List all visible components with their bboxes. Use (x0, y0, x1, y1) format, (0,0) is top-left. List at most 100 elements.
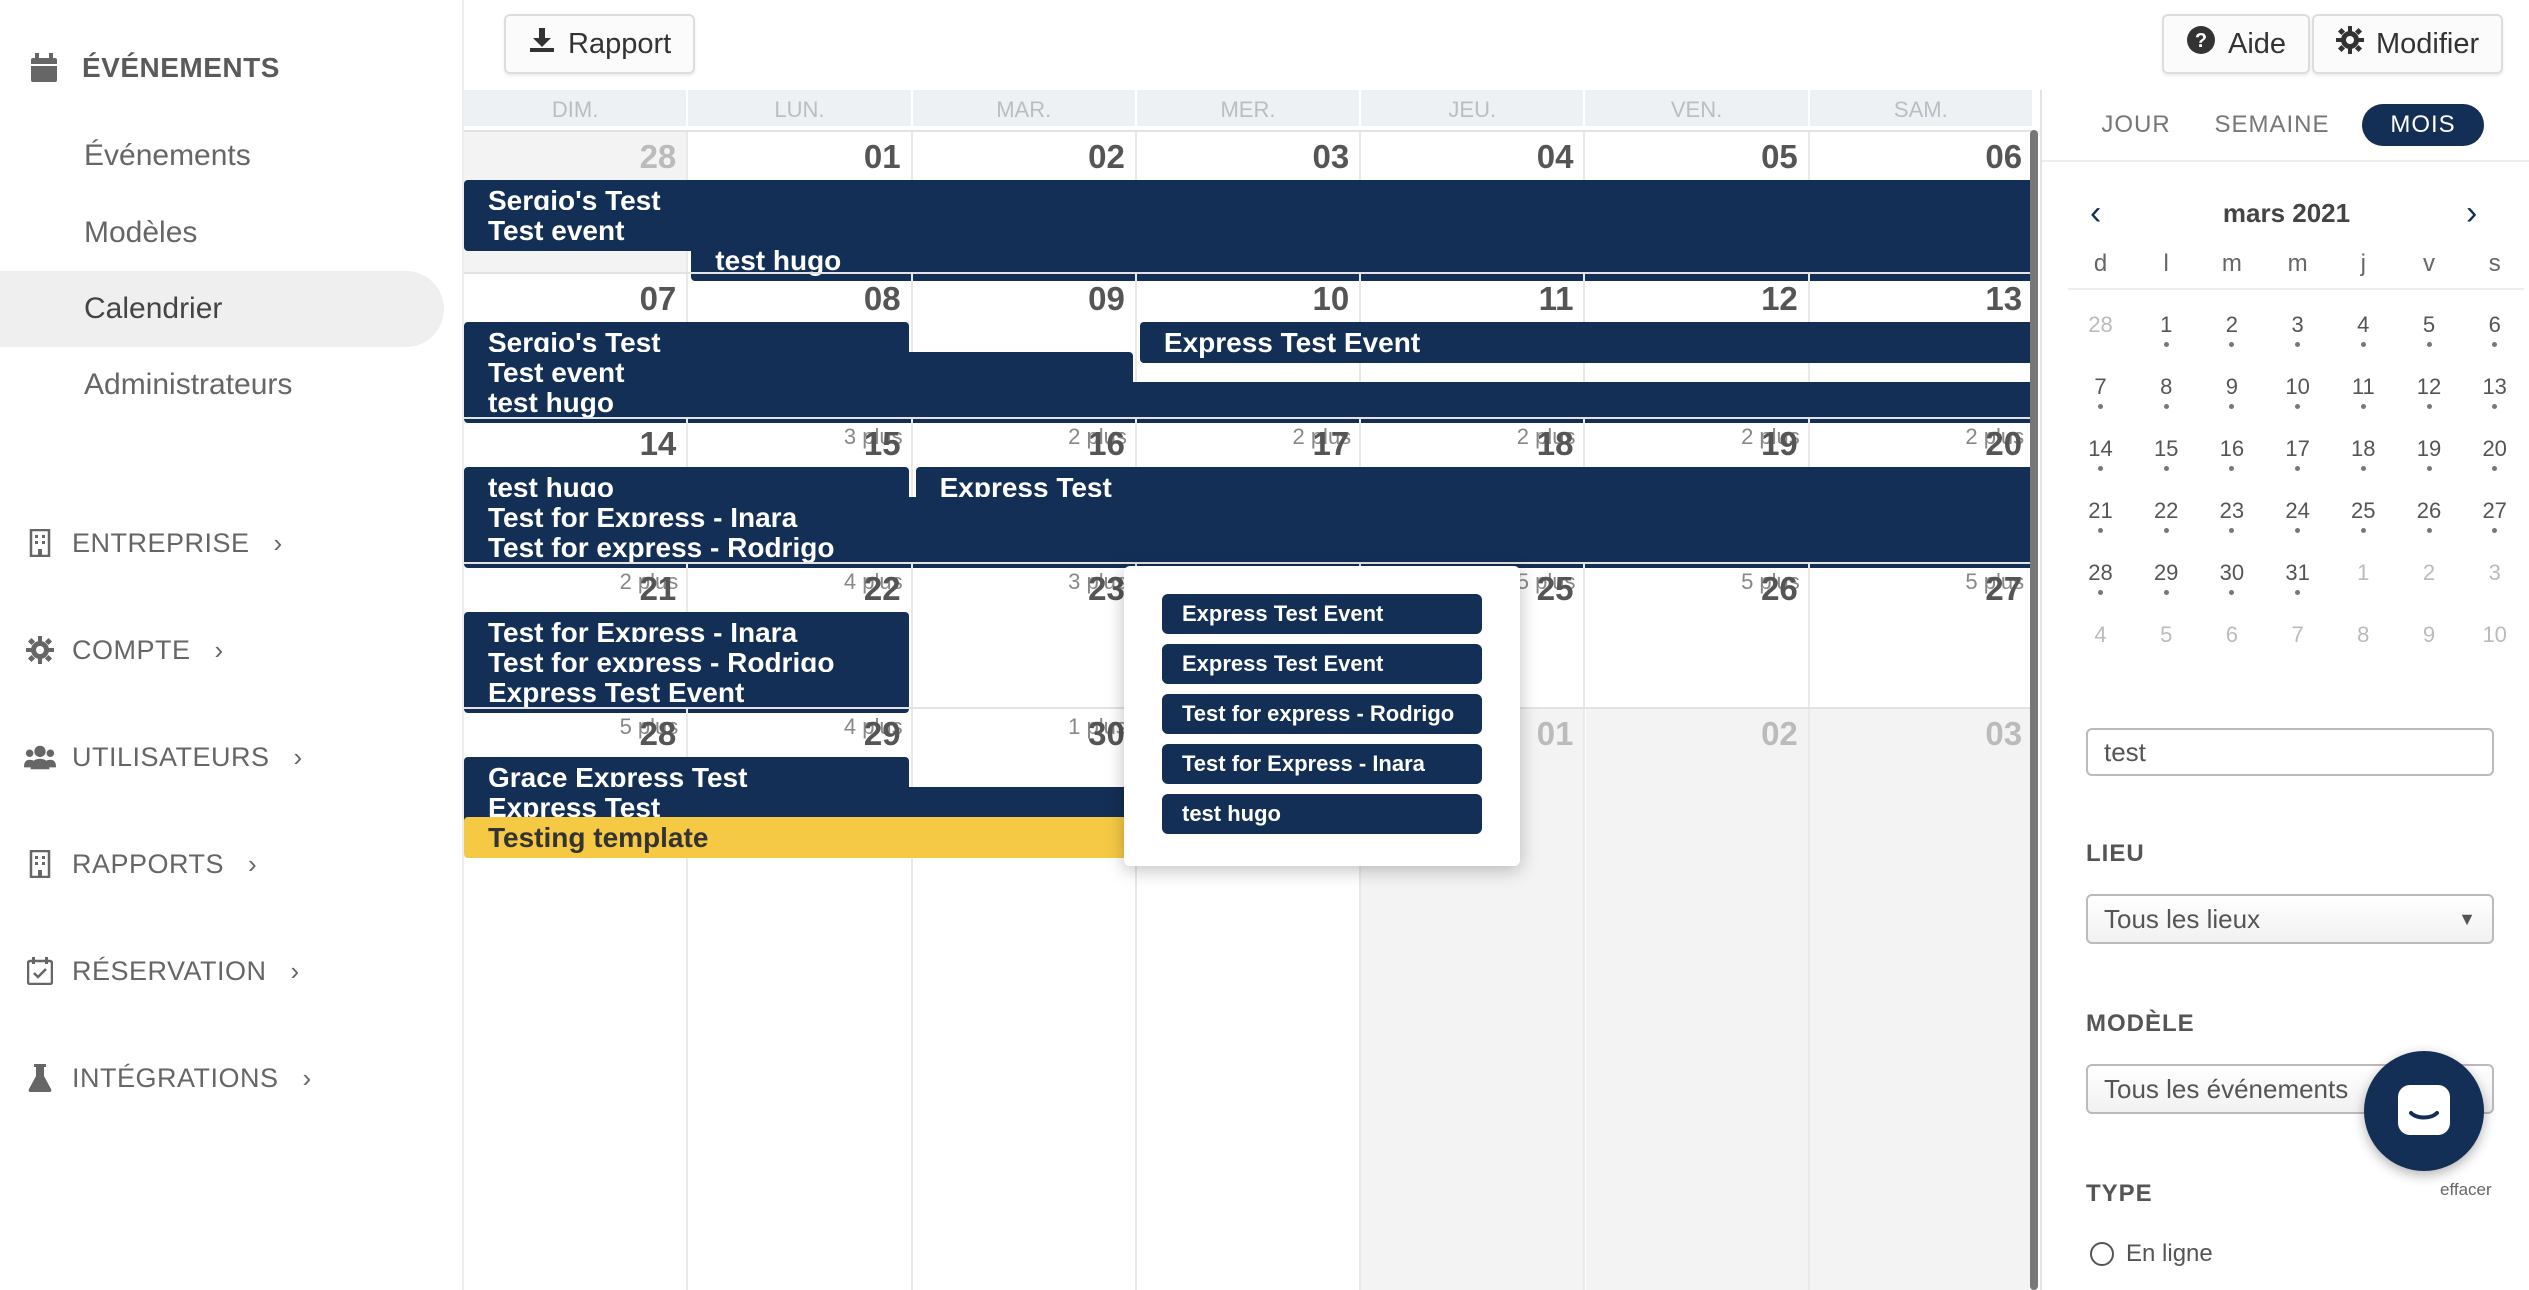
mini-day[interactable]: 14 (2068, 436, 2133, 471)
event-dot (2360, 404, 2366, 409)
calendar-day-cell[interactable]: 26 (1586, 564, 1810, 709)
lieu-select[interactable]: Tous les lieux ▼ (2086, 894, 2494, 944)
popover-event[interactable]: test hugo (1162, 794, 1482, 834)
integrations-label: INTÉGRATIONS (72, 1062, 279, 1093)
mini-day[interactable]: 28 (2068, 560, 2133, 595)
mini-day[interactable]: 22 (2134, 498, 2199, 533)
tab-jour[interactable]: JOUR (2086, 104, 2186, 146)
mini-day[interactable]: 11 (2331, 374, 2396, 409)
mini-day-number: 13 (2482, 374, 2507, 399)
radio-circle[interactable] (2090, 1242, 2114, 1266)
event-dot (2229, 466, 2235, 471)
sidebar-section-integrations[interactable]: INTÉGRATIONS › (24, 1062, 312, 1094)
events-section-header[interactable]: ÉVÉNEMENTS (28, 52, 280, 84)
mini-day[interactable]: 12 (2397, 374, 2462, 409)
mini-day[interactable]: 4 (2068, 622, 2133, 648)
mini-day[interactable]: 30 (2199, 560, 2264, 595)
search-input[interactable]: test (2086, 728, 2494, 776)
mini-day[interactable]: 1 (2134, 312, 2199, 347)
mini-day[interactable]: 8 (2331, 622, 2396, 648)
sidebar-section-rapports[interactable]: RAPPORTS › (24, 848, 257, 880)
tab-semaine[interactable]: SEMAINE (2208, 104, 2336, 146)
aide-button[interactable]: ? Aide (2162, 14, 2311, 74)
mini-day[interactable]: 26 (2397, 498, 2462, 533)
sidebar-item-administrateurs[interactable]: Administrateurs (0, 347, 444, 423)
sidebar-section-compte[interactable]: COMPTE › (24, 634, 224, 666)
mini-day[interactable]: 9 (2397, 622, 2462, 648)
mini-day-number: 12 (2416, 374, 2442, 399)
calendar-day-cell[interactable]: 02 (1585, 709, 1810, 1290)
mini-day[interactable]: 15 (2134, 436, 2199, 471)
sidebar-section-entreprise[interactable]: ENTREPRISE › (24, 527, 283, 559)
sidebar-item-modeles[interactable]: Modèles (0, 195, 444, 271)
mini-day[interactable]: 1 (2331, 560, 2396, 586)
calendar-day-cell[interactable]: 03 (1809, 709, 2035, 1290)
event-dot (2163, 590, 2169, 595)
mini-day[interactable]: 20 (2462, 436, 2527, 471)
mini-day[interactable]: 10 (2265, 374, 2330, 409)
mini-day[interactable]: 16 (2199, 436, 2264, 471)
sidebar-item-calendrier[interactable]: Calendrier (0, 271, 444, 347)
mini-day[interactable]: 21 (2068, 498, 2133, 533)
sidebar-section-reservation[interactable]: RÉSERVATION › (24, 955, 300, 987)
mini-day[interactable]: 5 (2134, 622, 2199, 648)
sidebar-section-utilisateurs[interactable]: UTILISATEURS › (24, 741, 303, 773)
mini-day[interactable]: 7 (2265, 622, 2330, 648)
mini-day[interactable]: 8 (2134, 374, 2199, 409)
day-number: 27 (1985, 570, 2023, 607)
calendar-day-cell[interactable]: 23 (913, 564, 1137, 709)
day-number: 28 (639, 138, 677, 175)
popover-event[interactable]: Express Test Event (1162, 594, 1482, 634)
mini-day[interactable]: 17 (2265, 436, 2330, 471)
mini-day-number: 11 (2351, 374, 2375, 399)
calendar-scrollbar[interactable] (2030, 130, 2038, 1290)
popover-event[interactable]: Test for Express - Inara (1162, 744, 1482, 784)
effacer-link[interactable]: effacer (2440, 1180, 2492, 1200)
mini-day[interactable]: 10 (2462, 622, 2527, 648)
mini-day[interactable]: 2 (2397, 560, 2462, 586)
mini-weekday: l (2163, 250, 2169, 277)
mini-day[interactable]: 5 (2397, 312, 2462, 347)
mini-day-number: 4 (2094, 622, 2107, 647)
mini-day[interactable]: 13 (2462, 374, 2527, 409)
popover-event[interactable]: Express Test Event (1162, 644, 1482, 684)
radio-en-ligne[interactable]: En ligne (2090, 1240, 2213, 1268)
mini-day[interactable]: 2 (2199, 312, 2264, 347)
day-number: 22 (863, 570, 901, 607)
mini-day-number: 20 (2482, 436, 2507, 461)
mini-day[interactable]: 9 (2199, 374, 2264, 409)
calendar-day-cell[interactable]: 27 (1810, 564, 2035, 709)
mini-day[interactable]: 18 (2331, 436, 2396, 471)
mini-day[interactable]: 6 (2199, 622, 2264, 648)
mini-day[interactable]: 23 (2199, 498, 2264, 533)
mini-day[interactable]: 28 (2068, 312, 2133, 338)
mini-day[interactable]: 3 (2265, 312, 2330, 347)
day-number: 26 (1761, 570, 1798, 607)
chat-button[interactable] (2364, 1051, 2484, 1171)
mini-day-number: 5 (2160, 622, 2173, 647)
day-number: 02 (1761, 715, 1798, 752)
mini-day[interactable]: 19 (2397, 436, 2462, 471)
mini-day[interactable]: 29 (2134, 560, 2199, 595)
tab-mois[interactable]: MOIS (2362, 104, 2484, 146)
rapport-button[interactable]: Rapport (504, 14, 696, 74)
weekday-3: MER. (1137, 90, 1362, 126)
chevron-right-icon: › (293, 741, 303, 772)
mini-day[interactable]: 27 (2462, 498, 2527, 533)
modele-label: MODÈLE (2086, 1010, 2195, 1037)
mini-day[interactable]: 6 (2462, 312, 2527, 347)
sidebar-item-evenements[interactable]: Événements (0, 118, 444, 194)
mini-day[interactable]: 7 (2068, 374, 2133, 409)
compte-label: COMPTE (72, 634, 191, 665)
mini-day[interactable]: 4 (2331, 312, 2396, 347)
mini-day[interactable]: 31 (2265, 560, 2330, 595)
mini-day-number: 29 (2153, 560, 2179, 585)
mini-day[interactable]: 25 (2331, 498, 2396, 533)
popover-event[interactable]: Test for express - Rodrigo (1162, 694, 1482, 734)
modifier-button[interactable]: Modifier (2312, 14, 2504, 74)
chevron-right-icon[interactable]: › (2466, 194, 2477, 233)
calendar-event[interactable]: Express Test Event (1139, 322, 2034, 363)
mini-day[interactable]: 24 (2265, 498, 2330, 533)
mini-day[interactable]: 3 (2462, 560, 2527, 586)
event-dot (2360, 466, 2366, 471)
